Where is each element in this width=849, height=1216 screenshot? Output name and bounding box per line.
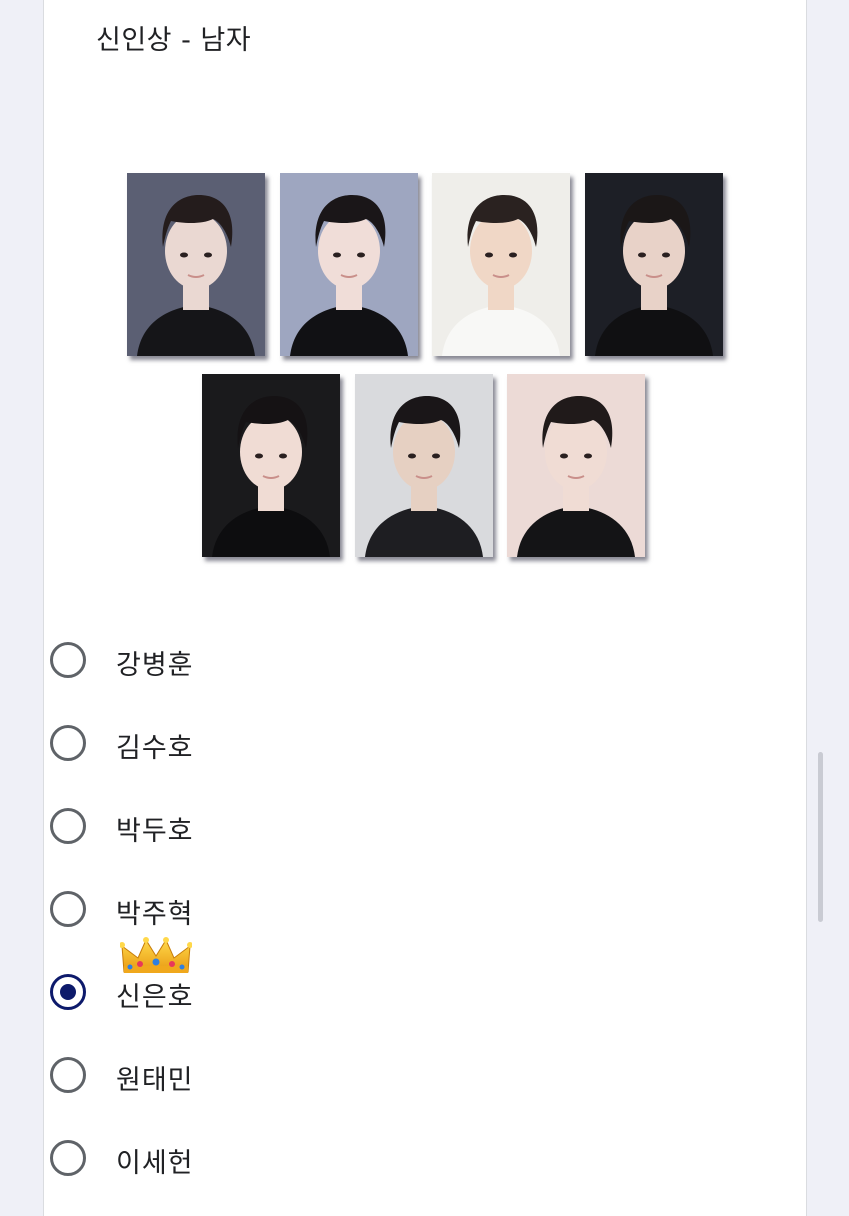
option-6[interactable]: 원태민 xyxy=(48,1055,448,1101)
photo-eye-left xyxy=(638,252,646,258)
nominee-photo-4 xyxy=(585,173,723,356)
photo-eye-right xyxy=(584,453,592,459)
crown-icon xyxy=(119,936,193,976)
photo-eye-right xyxy=(432,453,440,459)
nominee-photo-7 xyxy=(507,374,645,557)
nominee-photo-3 xyxy=(432,173,570,356)
option-3[interactable]: 박두호 xyxy=(48,806,448,852)
nominee-photo-6 xyxy=(355,374,493,557)
photo-eye-left xyxy=(560,453,568,459)
photo-eye-left xyxy=(180,252,188,258)
option-label: 원태민 xyxy=(116,1065,194,1096)
nominee-photo-2 xyxy=(280,173,418,356)
photo-eye-left xyxy=(408,453,416,459)
radio-button[interactable] xyxy=(50,642,86,678)
radio-button[interactable] xyxy=(50,808,86,844)
option-label: 강병훈 xyxy=(116,650,194,681)
option-7[interactable]: 이세헌 xyxy=(48,1138,448,1184)
nominee-photo-5 xyxy=(202,374,340,557)
option-5[interactable]: 신은호 xyxy=(48,972,448,1018)
option-label: 신은호 xyxy=(116,982,194,1013)
radio-button[interactable] xyxy=(50,891,86,927)
nominee-photo-1 xyxy=(127,173,265,356)
radio-button[interactable] xyxy=(50,1140,86,1176)
photo-eye-right xyxy=(279,453,287,459)
option-4[interactable]: 박주혁 xyxy=(48,889,448,935)
photo-eye-left xyxy=(485,252,493,258)
photo-eye-left xyxy=(333,252,341,258)
option-label: 박주혁 xyxy=(116,899,194,930)
photo-eye-right xyxy=(509,252,517,258)
radio-button-selected[interactable] xyxy=(50,974,86,1010)
question-title: 신인상 - 남자 xyxy=(96,25,252,56)
option-1[interactable]: 강병훈 xyxy=(48,640,448,686)
photo-eye-right xyxy=(357,252,365,258)
option-label: 박두호 xyxy=(116,816,194,847)
photo-eye-right xyxy=(662,252,670,258)
option-label: 김수호 xyxy=(116,733,194,764)
radio-button[interactable] xyxy=(50,725,86,761)
photo-eye-left xyxy=(255,453,263,459)
option-label: 이세헌 xyxy=(116,1148,194,1179)
radio-button[interactable] xyxy=(50,1057,86,1093)
photo-eye-right xyxy=(204,252,212,258)
scrollbar[interactable] xyxy=(818,752,823,922)
option-2[interactable]: 김수호 xyxy=(48,723,448,769)
